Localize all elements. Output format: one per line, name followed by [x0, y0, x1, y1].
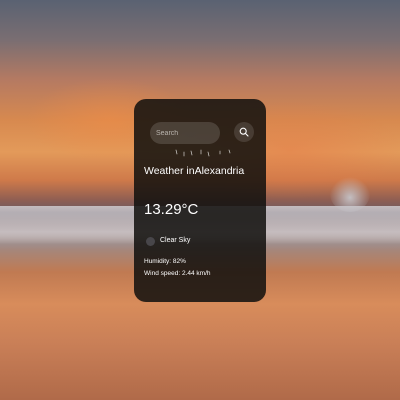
weather-condition: Clear Sky	[160, 237, 191, 244]
search-input[interactable]	[150, 122, 220, 144]
wind-value: 2.44 km/h	[181, 270, 211, 277]
wave-spray	[330, 176, 370, 212]
humidity-label: Humidity:	[144, 258, 172, 265]
wind-speed: Wind speed: 2.44 km/h	[144, 270, 211, 277]
city-name: Alexandria	[194, 165, 245, 177]
search-icon	[239, 127, 249, 137]
title-prefix: Weather in	[144, 165, 195, 177]
weather-condition-icon	[146, 237, 155, 246]
humidity-value: 82%	[172, 258, 186, 265]
humidity: Humidity: 82%	[144, 258, 186, 265]
wind-label: Wind speed:	[144, 270, 181, 277]
search-button[interactable]	[234, 122, 254, 142]
temperature: 13.29°C	[144, 201, 199, 218]
weather-card: Weather inAlexandria 13.29°C Clear Sky H…	[134, 99, 266, 302]
birds-decoration	[175, 149, 231, 157]
weather-title: Weather inAlexandria	[144, 165, 244, 177]
